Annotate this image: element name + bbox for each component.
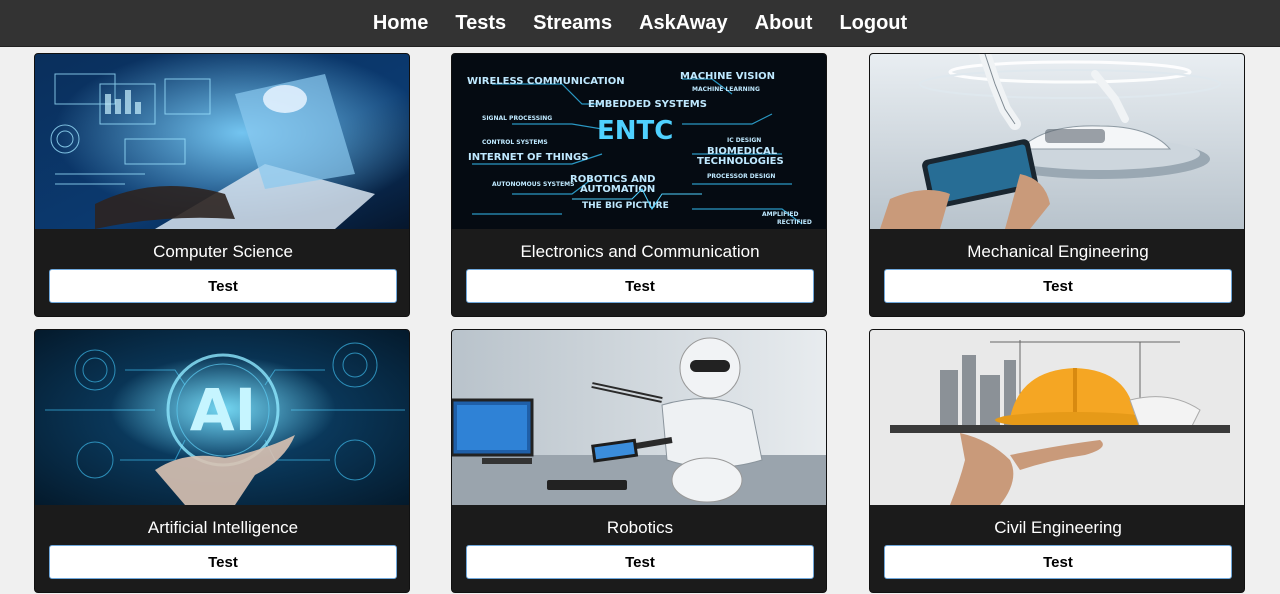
entc-label: IC DESIGN: [727, 137, 761, 144]
entc-label: TECHNOLOGIES: [697, 156, 784, 167]
computer-science-test-button[interactable]: Test: [49, 269, 397, 303]
entc-label: WIRELESS COMMUNICATION: [467, 76, 625, 87]
stream-card-robotics: Robotics Test: [451, 329, 827, 593]
nav-askaway-link[interactable]: AskAway: [639, 12, 728, 35]
card-title: Robotics: [606, 518, 674, 537]
entc-label: RECTIFIED: [777, 219, 812, 226]
nav-streams-link[interactable]: Streams: [533, 12, 612, 35]
card-title: Artificial Intelligence: [147, 518, 299, 537]
nav-logout-link[interactable]: Logout: [839, 12, 907, 35]
mechanical-test-button[interactable]: Test: [884, 269, 1232, 303]
stream-card-civil-engineering: Civil Engineering Test: [869, 329, 1245, 593]
entc-label: AMPLIFIED: [762, 211, 798, 218]
card-title: Computer Science: [153, 242, 293, 261]
robot-arm-tablet-image: [870, 54, 1244, 229]
entc-label: INTERNET OF THINGS: [468, 152, 588, 163]
top-navbar: Home Tests Streams AskAway About Logout: [0, 0, 1280, 47]
humanoid-robot-image: [452, 330, 826, 505]
card-title: Electronics and Communication: [520, 242, 760, 261]
card-title: Civil Engineering: [994, 518, 1122, 537]
stream-card-mechanical-engineering: Mechanical Engineering Test: [869, 53, 1245, 317]
entc-label: MACHINE LEARNING: [692, 86, 760, 93]
robotics-test-button[interactable]: Test: [466, 545, 814, 579]
stream-card-artificial-intelligence: AI Artificial Intelligence Test: [34, 329, 410, 593]
ai-test-button[interactable]: Test: [49, 545, 397, 579]
entc-label: MACHINE VISION: [680, 71, 775, 82]
entc-label: CONTROL SYSTEMS: [482, 139, 548, 146]
entc-label: AUTONOMOUS SYSTEMS: [492, 181, 574, 188]
electronics-test-button[interactable]: Test: [466, 269, 814, 303]
ai-hologram-hand-image: AI: [35, 330, 409, 505]
laptop-hologram-image: [35, 54, 409, 229]
ai-hologram-label: AI: [190, 376, 256, 444]
stream-card-computer-science: Computer Science Test: [34, 53, 410, 317]
entc-label: EMBEDDED SYSTEMS: [588, 99, 707, 110]
entc-label: PROCESSOR DESIGN: [707, 173, 775, 180]
nav-tests-link[interactable]: Tests: [455, 12, 506, 35]
hardhat-city-image: [870, 330, 1244, 505]
nav-about-link[interactable]: About: [755, 12, 813, 35]
entc-circuit-image: WIRELESS COMMUNICATION MACHINE VISION MA…: [452, 54, 826, 229]
entc-big-label: ENTC: [597, 116, 673, 146]
civil-test-button[interactable]: Test: [884, 545, 1232, 579]
card-title: Mechanical Engineering: [967, 242, 1149, 261]
stream-card-electronics-communication: WIRELESS COMMUNICATION MACHINE VISION MA…: [451, 53, 827, 317]
entc-label: SIGNAL PROCESSING: [482, 115, 552, 122]
nav-home-link[interactable]: Home: [373, 12, 429, 35]
